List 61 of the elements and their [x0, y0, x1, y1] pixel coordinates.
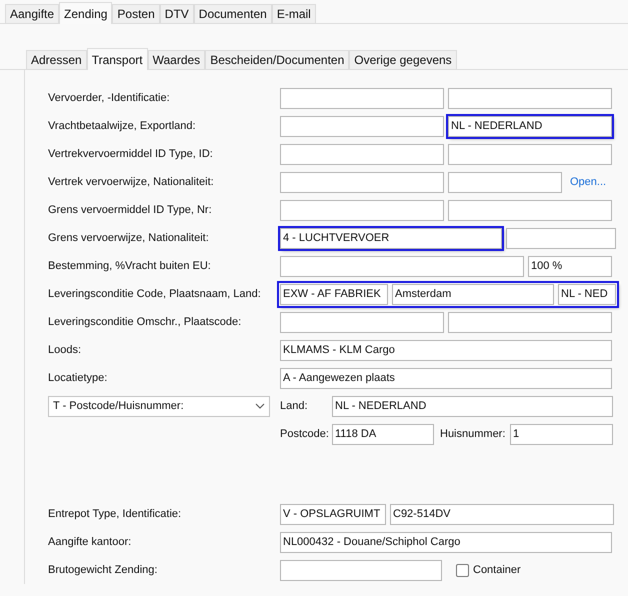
input-field[interactable]: NL - NED	[558, 284, 616, 304]
tab[interactable]: Overige gegevens	[349, 50, 457, 69]
tab[interactable]: E-mail	[272, 4, 316, 23]
field-label: Aangifte kantoor:	[48, 536, 132, 548]
input-field[interactable]: 100 %	[528, 256, 612, 276]
input-field[interactable]: 4 - LUCHTVERVOER	[280, 228, 502, 248]
field-label: Vertrek vervoerwijze, Nationaliteit:	[48, 176, 215, 188]
field-label: Locatietype:	[48, 372, 108, 384]
input-field[interactable]	[280, 256, 524, 276]
input-field[interactable]: NL - NEDERLAND	[332, 396, 613, 416]
tab[interactable]: Adressen	[26, 50, 87, 69]
field-label: Grens vervoerwijze, Nationaliteit:	[48, 232, 210, 244]
input-field[interactable]	[448, 172, 562, 192]
tab[interactable]: Waardes	[148, 50, 206, 69]
input-field[interactable]	[448, 88, 612, 108]
field-label: Leveringsconditie Code, Plaatsnaam, Land:	[48, 288, 262, 300]
input-field[interactable]	[280, 172, 444, 192]
input-field[interactable]	[448, 200, 612, 220]
input-field[interactable]: 1118 DA	[332, 424, 434, 444]
chevron-down-icon	[255, 403, 265, 409]
field-label: Leveringsconditie Omschr., Plaatscode:	[48, 316, 242, 328]
input-field[interactable]: NL - NEDERLAND	[448, 116, 612, 136]
field-label: Land:	[280, 400, 309, 412]
field-label: Grens vervoermiddel ID Type, Nr:	[48, 204, 213, 216]
dropdown[interactable]: T - Postcode/Huisnummer:	[48, 396, 270, 416]
tab[interactable]: DTV	[160, 4, 194, 23]
field-label: Loods:	[48, 344, 82, 356]
field-label: Entrepot Type, Identificatie:	[48, 508, 182, 520]
field-label: Vertrekvervoermiddel ID Type, ID:	[48, 148, 214, 160]
open-link[interactable]: Open...	[570, 176, 606, 188]
input-field[interactable]	[448, 312, 612, 332]
input-field[interactable]: EXW - AF FABRIEK	[280, 284, 388, 304]
field-label: Huisnummer:	[439, 428, 506, 440]
input-field[interactable]: NL000432 - Douane/Schiphol Cargo	[280, 532, 612, 552]
input-field[interactable]	[280, 312, 444, 332]
input-field[interactable]: KLMAMS - KLM Cargo	[280, 340, 612, 360]
checkbox-label: Container	[473, 564, 521, 576]
tab[interactable]: Documenten	[194, 4, 272, 23]
tab[interactable]: Aangifte	[5, 4, 60, 23]
input-field[interactable]: V - OPSLAGRUIMT	[280, 504, 386, 524]
tab[interactable]: Zending	[59, 2, 112, 24]
field-label: Bestemming, %Vracht buiten EU:	[48, 260, 212, 272]
input-field[interactable]	[280, 560, 442, 580]
input-field[interactable]: C92-514DV	[390, 504, 614, 524]
field-label: Vrachtbetaalwijze, Exportland:	[48, 120, 197, 132]
input-field[interactable]	[506, 228, 616, 248]
input-field[interactable]	[280, 116, 444, 136]
field-label: Postcode:	[280, 428, 330, 440]
checkbox[interactable]	[456, 564, 469, 576]
input-field[interactable]: 1	[510, 424, 613, 444]
tab[interactable]: Posten	[112, 4, 160, 23]
input-field[interactable]: Amsterdam	[392, 284, 554, 304]
tab[interactable]: Transport	[86, 48, 148, 70]
tab[interactable]: Bescheiden/Documenten	[205, 50, 350, 69]
input-field[interactable]	[280, 88, 444, 108]
input-field[interactable]	[448, 144, 612, 164]
field-label: Vervoerder, -Identificatie:	[48, 92, 171, 104]
field-label: Brutogewicht Zending:	[48, 564, 158, 576]
input-field[interactable]	[280, 200, 444, 220]
input-field[interactable]: A - Aangewezen plaats	[280, 368, 612, 388]
input-field[interactable]	[280, 144, 444, 164]
